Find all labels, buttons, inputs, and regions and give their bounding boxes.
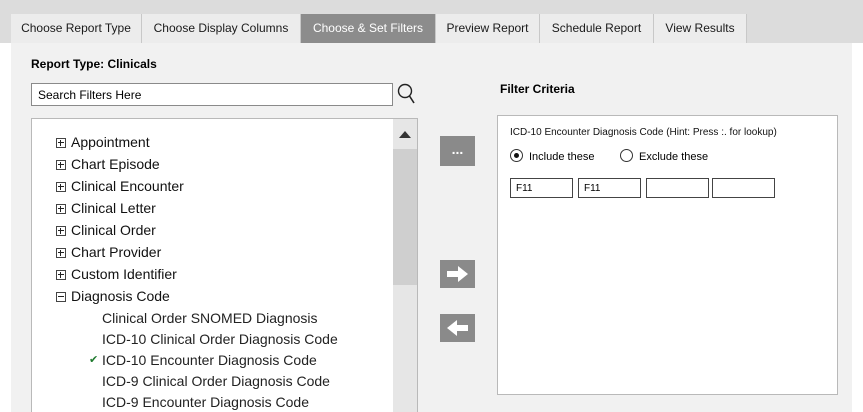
report-type-label: Report Type: Clinicals	[31, 57, 157, 71]
tree-child-clinical-order-snomed[interactable]: Clinical Order SNOMED Diagnosis	[102, 308, 318, 328]
tree-scrollbar[interactable]	[393, 119, 417, 412]
tab-bar: Choose Report Type Choose Display Column…	[0, 0, 863, 43]
filter-criteria-box: ICD-10 Encounter Diagnosis Code (Hint: P…	[497, 115, 838, 395]
tree-item-label: Custom Identifier	[71, 266, 177, 282]
tree-child-label: Clinical Order SNOMED Diagnosis	[102, 310, 318, 326]
tree-item-label: Clinical Letter	[71, 200, 156, 216]
arrow-right-icon	[447, 266, 468, 282]
tree-item-clinical-order[interactable]: Clinical Order	[56, 220, 156, 240]
tab-schedule-report[interactable]: Schedule Report	[540, 14, 654, 43]
scroll-up-icon[interactable]	[399, 131, 411, 138]
include-option[interactable]: Include these	[510, 149, 594, 165]
tree-item-label: Diagnosis Code	[71, 288, 170, 304]
tree-child-label: ICD-9 Clinical Order Diagnosis Code	[102, 373, 330, 389]
search-filters-input[interactable]	[31, 83, 393, 106]
radio-selected-icon[interactable]	[510, 149, 523, 162]
tree-child-icd9-clinical-order[interactable]: ICD-9 Clinical Order Diagnosis Code	[102, 371, 330, 391]
tab-preview-report[interactable]: Preview Report	[436, 14, 540, 43]
filter-tree: Appointment Chart Episode Clinical Encou…	[31, 118, 418, 412]
tree-item-label: Chart Provider	[71, 244, 162, 260]
tab-choose-set-filters[interactable]: Choose & Set Filters	[301, 14, 436, 43]
plus-box-icon[interactable]	[56, 248, 66, 258]
tree-item-clinical-letter[interactable]: Clinical Letter	[56, 198, 156, 218]
tree-child-label: ICD-10 Clinical Order Diagnosis Code	[102, 331, 338, 347]
tree-item-appointment[interactable]: Appointment	[56, 132, 150, 152]
tab-choose-report-type[interactable]: Choose Report Type	[11, 14, 142, 43]
code-field-3[interactable]	[646, 178, 709, 198]
search-icon[interactable]	[396, 82, 416, 106]
tree-child-label: ICD-10 Encounter Diagnosis Code	[102, 352, 317, 368]
radio-unselected-icon[interactable]	[620, 149, 633, 162]
tree-item-chart-provider[interactable]: Chart Provider	[56, 242, 161, 262]
tree-child-icd10-clinical-order[interactable]: ICD-10 Clinical Order Diagnosis Code	[102, 329, 338, 349]
tree-child-icd10-encounter[interactable]: ✔ ICD-10 Encounter Diagnosis Code	[89, 350, 317, 370]
plus-box-icon[interactable]	[56, 160, 66, 170]
tree-item-clinical-encounter[interactable]: Clinical Encounter	[56, 176, 184, 196]
code-field-1[interactable]	[510, 178, 573, 198]
code-field-2[interactable]	[578, 178, 641, 198]
include-label: Include these	[529, 151, 595, 163]
filter-criteria-title: Filter Criteria	[500, 82, 575, 96]
tree-child-label: ICD-9 Encounter Diagnosis Code	[102, 394, 309, 410]
criteria-field-label: ICD-10 Encounter Diagnosis Code (Hint: P…	[510, 127, 777, 138]
plus-box-icon[interactable]	[56, 226, 66, 236]
checkmark-icon: ✔	[89, 354, 99, 366]
exclude-option[interactable]: Exclude these	[620, 149, 708, 165]
minus-box-icon[interactable]	[56, 292, 66, 302]
scroll-thumb[interactable]	[393, 149, 417, 285]
tree-child-icd9-encounter[interactable]: ICD-9 Encounter Diagnosis Code	[102, 392, 309, 412]
tree-item-label: Appointment	[71, 134, 150, 150]
plus-box-icon[interactable]	[56, 204, 66, 214]
code-field-4[interactable]	[712, 178, 775, 198]
tree-item-label: Chart Episode	[71, 156, 160, 172]
plus-box-icon[interactable]	[56, 182, 66, 192]
tab-view-results[interactable]: View Results	[654, 14, 747, 43]
tree-item-chart-episode[interactable]: Chart Episode	[56, 154, 160, 174]
remove-filter-button[interactable]	[440, 314, 475, 342]
tree-item-label: Clinical Order	[71, 222, 156, 238]
tab-choose-display-columns[interactable]: Choose Display Columns	[142, 14, 301, 43]
plus-box-icon[interactable]	[56, 270, 66, 280]
arrow-left-icon	[447, 320, 468, 336]
tree-item-diagnosis-code[interactable]: Diagnosis Code	[56, 286, 170, 306]
plus-box-icon[interactable]	[56, 138, 66, 148]
add-filter-button[interactable]	[440, 260, 475, 288]
tree-item-label: Clinical Encounter	[71, 178, 184, 194]
exclude-label: Exclude these	[639, 151, 709, 163]
lookup-button[interactable]: ...	[440, 136, 475, 166]
tree-item-custom-identifier[interactable]: Custom Identifier	[56, 264, 177, 284]
